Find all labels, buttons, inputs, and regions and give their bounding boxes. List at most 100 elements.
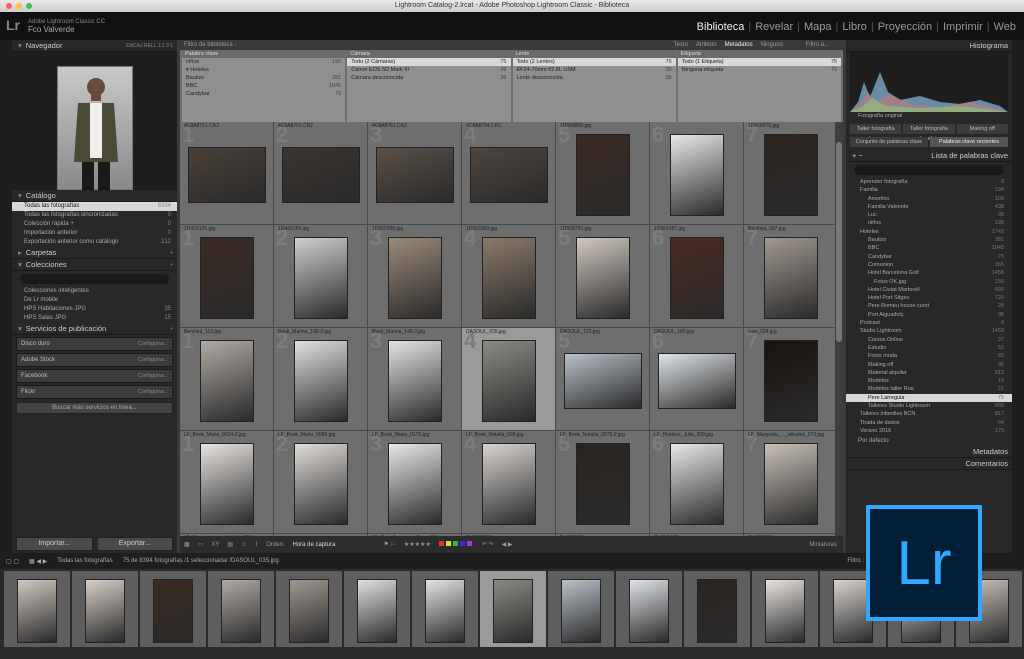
keyword-item[interactable]: Comunion 365 [846,261,1012,269]
metadata-row[interactable]: Todo (2 Cámaras) 75 [347,58,511,66]
grid-cell[interactable]: 5 1D568700.jpg [556,225,649,327]
filmstrip-thumbnail[interactable] [208,571,274,647]
scrollbar-thumb[interactable] [836,142,842,342]
module-6[interactable]: Web [994,21,1016,33]
thumbnail-image[interactable] [199,443,254,526]
collections-header[interactable]: ▾ Colecciones + [12,259,177,271]
keyword-item[interactable]: Tirada de dados 64 [846,419,1012,427]
navigate-arrows-icon[interactable]: ◀ ▶ [502,541,513,548]
metadata-row[interactable]: Ninguna etiqueta 75 [678,66,841,74]
collection-item[interactable]: De Lr mobile [12,296,177,305]
keyword-item[interactable]: Hotel Barcelona Golf 1458 [846,269,1012,277]
thumbnail-image[interactable] [575,134,630,217]
publish-service[interactable]: Disco duro Configurar... [16,337,173,351]
find-more-services-button[interactable]: Buscar más servicios en línea... [16,402,173,414]
right-panel-toggle[interactable] [1012,40,1024,553]
metadata-preset-dropdown[interactable]: Por defecto [858,437,889,446]
thumbnail-image[interactable] [763,340,818,423]
metadata-row[interactable]: ▾ Hoteles [182,66,345,74]
keyword-item[interactable]: Luc 95 [846,211,1012,219]
star-rating[interactable]: ★★★★★ [404,541,431,548]
metadata-preset-row[interactable]: Por defecto [846,437,1012,446]
metadata-row[interactable]: niños 195 [182,58,345,66]
folders-header[interactable]: ▸ Carpetas + [12,247,177,259]
keyword-item[interactable]: Modelos 19 [846,377,1012,385]
keyword-item[interactable]: Port Aiguadolç 95 [846,311,1012,319]
module-5[interactable]: Imprimir [943,21,983,33]
module-2[interactable]: Mapa [804,21,832,33]
publish-configure-button[interactable]: Configurar... [138,341,168,347]
keyword-item[interactable]: Modelos taller Roa 21 [846,385,1012,393]
keyword-item[interactable]: Hoteles 1743 [846,228,1012,236]
filmstrip-thumbnail[interactable] [684,571,750,647]
publish-service[interactable]: Adobe Stock Configurar... [16,353,173,367]
catalog-item[interactable]: Todas las fotografías 8394 [12,202,177,211]
thumbnail-image[interactable] [763,443,818,526]
keyword-set-dropdown[interactable]: Palabras clave recientes [930,137,1008,147]
metadata-row[interactable]: BBC 1045 [182,82,345,90]
thumbnail-image[interactable] [763,134,818,217]
filter-tab[interactable]: Texto [674,40,688,50]
thumbnail-image[interactable] [469,147,548,204]
original-photo-checkbox[interactable]: Fotografía original [846,112,1012,121]
histogram-header[interactable]: Histograma [846,40,1012,52]
grid-cell[interactable]: 4 4C8A8764.CR2 [462,122,555,224]
collection-item[interactable]: HPS Salas JPG 15 [12,314,177,323]
thumbnail-image[interactable] [387,340,442,423]
thumbnail-image[interactable] [187,147,266,204]
thumbnail-image[interactable] [763,237,818,320]
catalog-item[interactable]: Importación anterior 0 [12,229,177,238]
grid-cell[interactable]: 3 LF_Book_Manu_0175.jpg [368,431,461,533]
filmstrip-thumbnail[interactable] [480,571,546,647]
metadata-header[interactable]: Metadatos [846,446,1012,459]
minimize-icon[interactable] [16,3,22,9]
thumbnail-image[interactable] [669,443,724,526]
grid-cell[interactable]: 7 Bershka_097.jpg [744,225,835,327]
metadata-row[interactable]: Todo (1 Etiqueta) 75 [677,58,841,66]
import-button[interactable]: Importar... [16,537,93,551]
filmstrip-status[interactable]: 75 de 8394 fotografías /1 seleccionada/ … [123,558,279,564]
add-folder-icon[interactable]: + [170,247,173,259]
keyword-item[interactable]: Talleres infantiles BCN 817 [846,410,1012,418]
metadata-column-header[interactable]: Lente [512,50,676,58]
keyword-item[interactable]: Verano 2016 179 [846,427,1012,435]
filmstrip-thumbnail[interactable] [548,571,614,647]
metadata-row[interactable]: Canon EOS 5D Mark III 39 [347,66,510,74]
thumbnail-image[interactable] [669,237,724,320]
filmstrip-thumbnail[interactable] [140,571,206,647]
filmstrip-thumbnail[interactable] [412,571,478,647]
thumbnail-image[interactable] [669,134,724,217]
publish-header[interactable]: ▾ Servicios de publicación + [12,323,177,335]
export-button[interactable]: Exportar... [96,537,173,551]
catalog-item[interactable]: Colección rápida + 0 [12,220,177,229]
rotate-icon[interactable]: ↶ ↷ [482,541,494,548]
collections-search-input[interactable] [20,274,169,284]
metadata-row[interactable]: Candybar 75 [182,90,345,98]
navigator-preview[interactable] [12,52,177,190]
grid-cell[interactable]: 3 1D565588.jpg [368,225,461,327]
catalog-header[interactable]: ▾ Catálogo [12,190,177,202]
thumbnail-image[interactable] [575,443,630,526]
thumbnail-image[interactable] [575,237,630,320]
grid-cell[interactable]: 6 1D564187.jpg [650,225,743,327]
keyword-item[interactable]: Estudio 52 [846,344,1012,352]
flag-icon[interactable]: ⚑ ⚐ [383,541,395,548]
publish-configure-button[interactable]: Configurar... [138,373,168,379]
metadata-column-header[interactable]: Etiqueta [677,50,841,58]
thumbnail-image[interactable] [293,340,348,423]
grid-cell[interactable]: 1 4C8A8751.CR2 [180,122,273,224]
thumbnail-image[interactable] [563,353,642,410]
grid-cell[interactable]: 2 LF_Book_Manu_0080.jpg [274,431,367,533]
grid-cell[interactable]: 5 LF_Book_Natalia_0075-2.jpg [556,431,649,533]
add-collection-icon[interactable]: + [170,259,173,271]
module-4[interactable]: Proyección [878,21,932,33]
grid-scrollbar[interactable] [835,122,843,536]
keyword-suggestion-chip[interactable]: Taller fotografía boudoir [903,124,955,142]
keyword-item[interactable]: Talleres Studio Lightroom 656 [846,402,1012,410]
keyword-item[interactable]: Fotos OK.jpg 159 [846,278,1012,286]
thumbnail-image[interactable] [375,147,454,204]
metadata-row[interactable]: Lente desconocida 36 [513,74,676,82]
color-labels[interactable] [438,541,474,548]
grid-cell[interactable]: 1 LF_Book_Manu_0014-2.jpg [180,431,273,533]
survey-view-icon[interactable]: ▤ [227,541,233,548]
